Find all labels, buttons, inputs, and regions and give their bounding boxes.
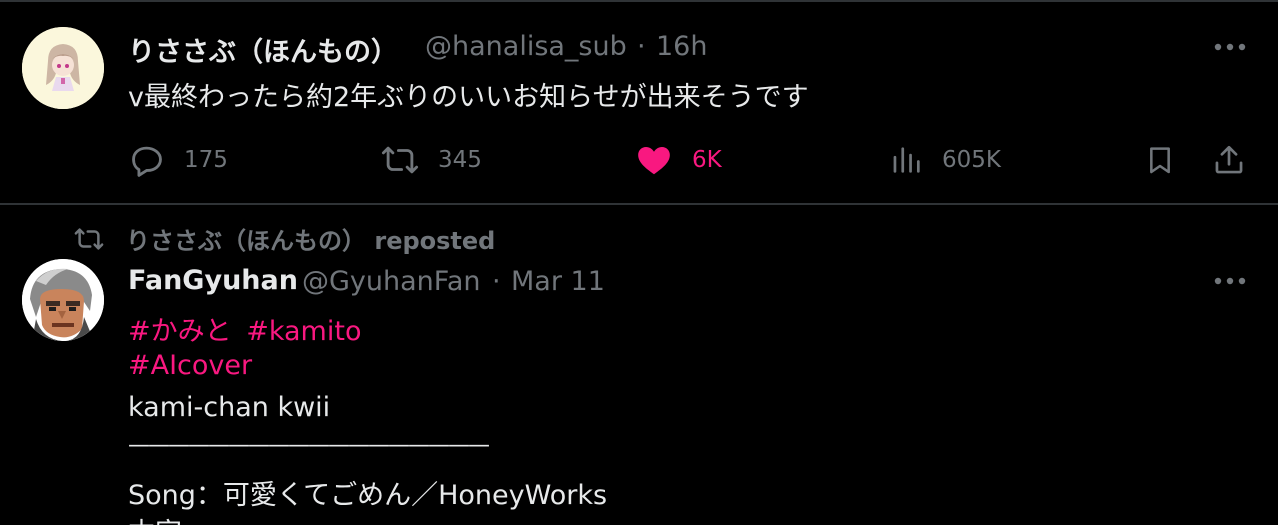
share-button[interactable] [1212, 140, 1246, 180]
hashtag-link[interactable]: #AIcover [128, 350, 252, 381]
avatar-image [22, 27, 104, 109]
avatar-image [22, 259, 104, 341]
handle[interactable]: @GyuhanFan [302, 266, 481, 297]
share-icon [1215, 145, 1243, 174]
repost-button[interactable]: 345 [380, 140, 482, 180]
bookmark-button[interactable] [1144, 140, 1176, 180]
tweet-text-line: Song：可愛くてごめん／HoneyWorks [128, 480, 608, 511]
separator: · [637, 31, 646, 62]
heart-icon [638, 147, 670, 175]
hashtag-row-2: #AIcover [128, 350, 252, 381]
avatar[interactable] [22, 259, 104, 341]
bookmark-icon [1150, 147, 1170, 174]
repost-icon [381, 146, 419, 174]
separator: · [492, 266, 501, 297]
hashtag-link[interactable]: #kamito [246, 316, 361, 347]
views-count: 605K [942, 147, 1001, 173]
repost-text: りささぶ（ほんもの） reposted [126, 227, 496, 255]
reply-icon [132, 146, 162, 177]
like-count: 6K [692, 147, 722, 173]
avatar[interactable] [22, 27, 104, 109]
display-name[interactable]: りささぶ（ほんもの） [128, 30, 398, 69]
reply-button[interactable]: 175 [128, 140, 228, 180]
repost-count: 345 [438, 147, 482, 173]
tweet-text-line: 本家 [128, 511, 182, 525]
repost-indicator[interactable]: りささぶ（ほんもの） reposted [72, 221, 495, 256]
display-name[interactable]: FanGyuhan [128, 265, 298, 296]
more-icon[interactable] [1213, 36, 1247, 62]
timestamp[interactable]: Mar 11 [511, 266, 605, 297]
repost-icon [74, 227, 104, 250]
tweet-1[interactable]: りささぶ（ほんもの） @hanalisa_sub · 16h v最終わったら約2… [0, 0, 1278, 203]
views-button[interactable]: 605K [890, 140, 1001, 180]
hashtag-link[interactable]: #かみと [128, 316, 232, 347]
text-rule: —————————————————— [128, 433, 490, 458]
tweet-text-line: kami-chan kwii [128, 392, 331, 423]
reply-count: 175 [184, 147, 228, 173]
tweet-2[interactable]: りささぶ（ほんもの） reposted FanGyuhan @GyuhanFan… [0, 205, 1278, 525]
timestamp[interactable]: 16h [656, 31, 707, 62]
like-button[interactable]: 6K [634, 140, 722, 180]
views-icon [893, 147, 920, 173]
more-icon[interactable] [1213, 270, 1247, 296]
tweet-text: v最終わったら約2年ぶりのいいお知らせが出来そうです [128, 82, 809, 113]
hashtag-row-1: #かみと #kamito [128, 309, 361, 348]
handle[interactable]: @hanalisa_sub [425, 31, 627, 62]
